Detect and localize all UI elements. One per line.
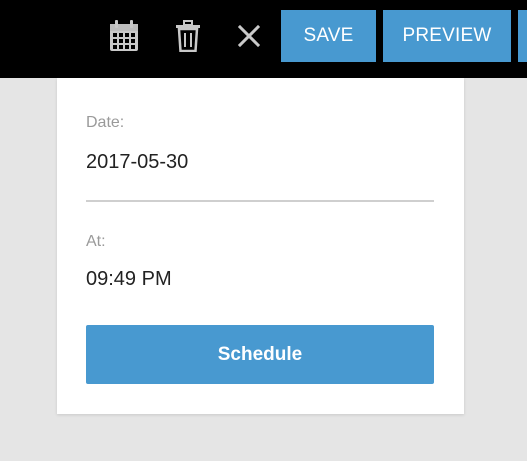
time-label: At: [86, 233, 106, 250]
date-divider [86, 200, 434, 202]
save-button[interactable]: SAVE [281, 10, 376, 62]
more-toolbar-button[interactable] [518, 10, 527, 62]
trash-icon[interactable] [171, 18, 205, 54]
calendar-icon[interactable] [107, 18, 141, 54]
time-field[interactable]: 09:49 PM [86, 268, 172, 291]
date-field[interactable]: 2017-05-30 [86, 151, 188, 174]
preview-button[interactable]: PREVIEW [383, 10, 511, 62]
top-toolbar: SAVE PREVIEW [0, 0, 527, 78]
close-icon[interactable] [232, 18, 266, 54]
schedule-card: Date: 2017-05-30 At: 09:49 PM Schedule [57, 78, 464, 414]
schedule-button[interactable]: Schedule [86, 325, 434, 384]
date-label: Date: [86, 114, 125, 131]
